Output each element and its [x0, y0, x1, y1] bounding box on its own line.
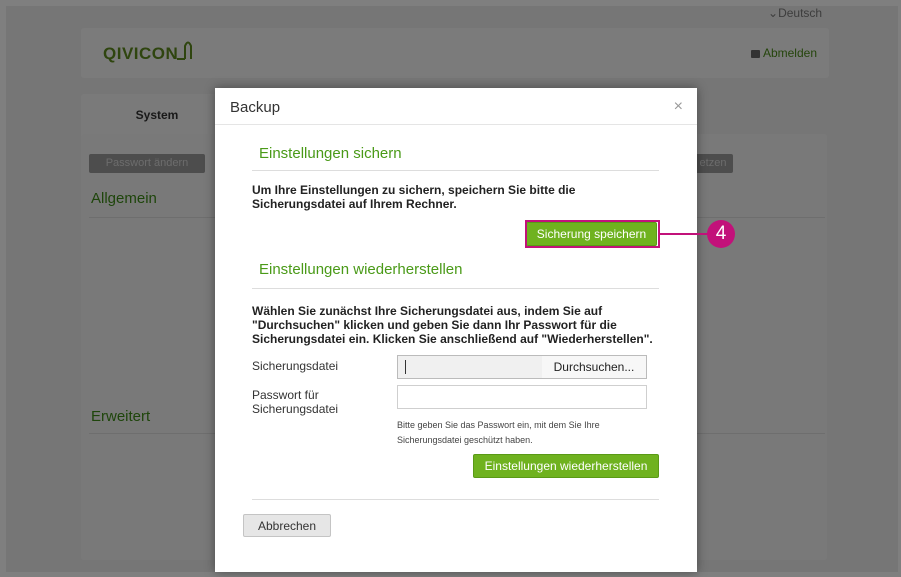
restore-rule [252, 288, 659, 289]
file-label: Sicherungsdatei [252, 359, 339, 373]
title-divider [215, 124, 697, 125]
browse-button[interactable]: Durchsuchen... [542, 356, 646, 378]
password-label: Passwort für Sicherungsdatei [252, 388, 339, 416]
text-caret [405, 360, 406, 374]
footer-rule [252, 499, 659, 500]
screen: ⌄Deutsch QIVICON Abmelden System Passwor… [0, 0, 901, 577]
save-rule [252, 170, 659, 171]
restore-description: Wählen Sie zunächst Ihre Sicherungsdatei… [252, 304, 653, 346]
save-description: Um Ihre Einstellungen zu sichern, speich… [252, 183, 576, 211]
close-icon[interactable]: × [674, 98, 683, 116]
restore-heading: Einstellungen wiederherstellen [259, 261, 463, 278]
password-hint: Bitte geben Sie das Passwort ein, mit de… [397, 420, 600, 445]
callout-number-badge: 4 [707, 220, 735, 248]
file-path-field[interactable] [398, 356, 543, 378]
dialog-title: Backup [230, 99, 281, 116]
callout-connector-line [659, 233, 709, 235]
backup-file-input[interactable]: Durchsuchen... [397, 355, 647, 379]
cancel-button[interactable]: Abbrechen [243, 514, 331, 537]
restore-settings-button[interactable]: Einstellungen wiederherstellen [473, 454, 659, 478]
save-heading: Einstellungen sichern [259, 145, 402, 162]
backup-password-input[interactable] [397, 385, 647, 409]
callout-highlight-frame [525, 220, 660, 248]
backup-dialog: Backup × Einstellungen sichern Um Ihre E… [215, 88, 697, 572]
